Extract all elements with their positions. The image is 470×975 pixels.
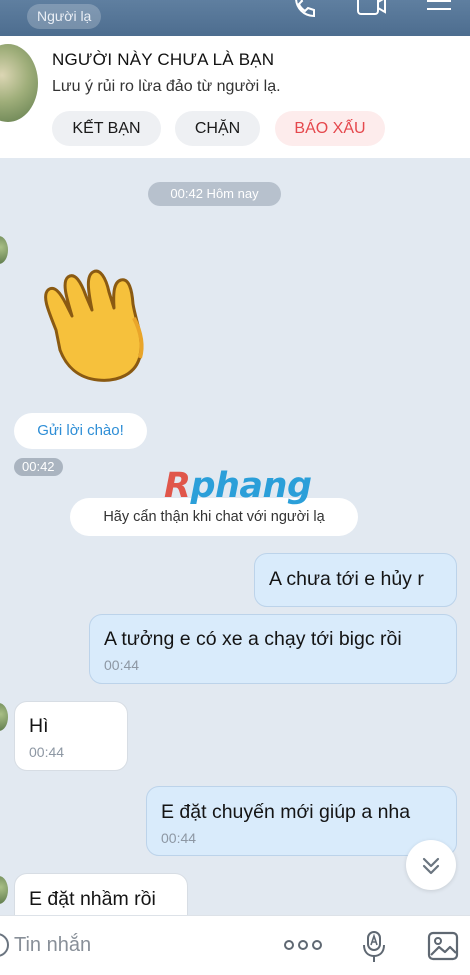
report-button[interactable]: BÁO XẤU: [275, 111, 385, 146]
avatar[interactable]: [0, 44, 38, 122]
message-text: E đặt nhầm rồi: [29, 888, 156, 910]
stranger-title: NGƯỜI NÀY CHƯA LÀ BẠN: [52, 50, 275, 69]
emoji-icon[interactable]: [0, 932, 10, 958]
sender-avatar[interactable]: [0, 703, 8, 731]
message-bubble-sent[interactable]: A tưởng e có xe a chạy tới bigc rồi 00:4…: [89, 614, 457, 684]
message-composer: Tin nhắn: [0, 915, 470, 975]
message-text: Hì: [29, 715, 49, 737]
video-call-icon[interactable]: [355, 0, 386, 22]
message-input[interactable]: Tin nhắn: [14, 934, 91, 957]
message-time: 00:44: [161, 830, 197, 846]
waving-hand-sticker[interactable]: [36, 260, 156, 385]
message-time: 00:44: [104, 657, 140, 673]
stranger-warning-card: NGƯỜI NÀY CHƯA LÀ BẠN Lưu ý rủi ro lừa đ…: [0, 36, 470, 158]
chat-header: Người lạ: [0, 0, 470, 36]
message-time: 00:44: [29, 744, 65, 760]
more-icon[interactable]: [283, 938, 323, 957]
add-friend-button[interactable]: KẾT BẠN: [52, 111, 161, 146]
message-text: A tưởng e có xe a chạy tới bigc rồi: [104, 628, 402, 650]
phone-icon[interactable]: [290, 0, 320, 22]
message-text: A chưa tới e hủy r: [269, 568, 424, 590]
message-bubble-sent[interactable]: A chưa tới e hủy r: [254, 553, 457, 607]
date-separator: 00:42 Hôm nay: [148, 182, 281, 206]
block-button[interactable]: CHẶN: [175, 111, 260, 146]
sender-avatar[interactable]: [0, 236, 8, 264]
send-greeting-button[interactable]: Gửi lời chào!: [14, 413, 147, 449]
message-time: 00:42: [14, 458, 63, 476]
scroll-to-bottom-button[interactable]: [406, 840, 456, 890]
sender-avatar[interactable]: [0, 876, 8, 904]
chevron-double-down-icon: [422, 857, 440, 875]
message-bubble-received[interactable]: Hì 00:44: [14, 701, 128, 771]
message-text: E đặt chuyến mới giúp a nha: [161, 801, 411, 823]
stranger-badge: Người lạ: [27, 4, 102, 29]
image-icon[interactable]: [427, 930, 459, 967]
stranger-subtitle: Lưu ý rủi ro lừa đảo từ người lạ.: [52, 78, 281, 95]
menu-icon[interactable]: [424, 0, 454, 22]
voice-to-text-icon[interactable]: [360, 930, 388, 969]
watermark-logo: Rphang: [164, 466, 312, 506]
